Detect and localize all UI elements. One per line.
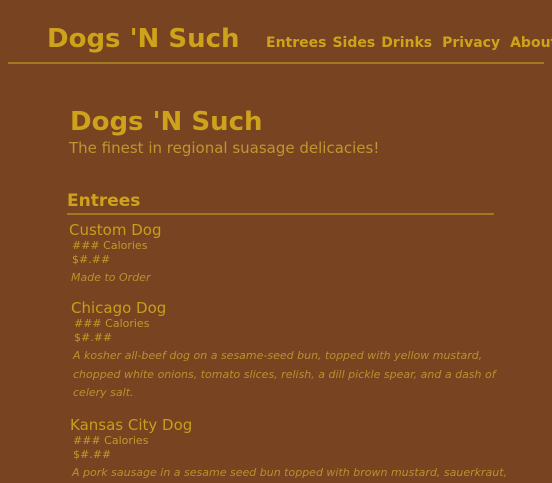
menu-item-description: Made to Order [71, 271, 151, 284]
menu-item-calories: ### Calories [73, 434, 149, 447]
page-title: Dogs 'N Such [70, 107, 263, 137]
menu-item-name: Kansas City Dog [70, 416, 193, 434]
nav-link-sides[interactable]: Sides [332, 34, 375, 52]
nav-link-privacy[interactable]: Privacy [442, 34, 500, 52]
menu-item-calories: ### Calories [74, 317, 150, 330]
page-tagline: The finest in regional suasage delicacie… [69, 139, 380, 157]
nav-link-entrees[interactable]: Entrees [266, 34, 326, 52]
menu-item-description: A pork sausage in a sesame seed bun topp… [72, 466, 508, 479]
menu-item-price: $#.## [73, 448, 112, 461]
menu-item-name: Custom Dog [69, 221, 162, 239]
menu-item-price: $#.## [74, 331, 113, 344]
nav-link-about[interactable]: About [510, 34, 552, 52]
menu-item: Kansas City Dog ### Calories $#.## A por… [70, 416, 520, 483]
menu-item-description: A kosher all-beef dog on a sesame-seed b… [73, 349, 496, 399]
section-heading-entrees: Entrees [67, 191, 494, 215]
section-title: Entrees [67, 191, 141, 211]
site-header: Dogs 'N Such Entrees Sides Drinks Privac… [8, 0, 552, 64]
menu-item-price: $#.## [72, 253, 111, 266]
site-logo[interactable]: Dogs 'N Such [47, 22, 240, 56]
menu-item-calories: ### Calories [72, 239, 148, 252]
nav-link-drinks[interactable]: Drinks [381, 34, 432, 52]
main-nav: Entrees Sides Drinks Privacy About [266, 34, 552, 52]
menu-item: Custom Dog ### Calories $#.## Made to Or… [69, 221, 519, 288]
menu-item-name: Chicago Dog [71, 299, 167, 317]
menu-item: Chicago Dog ### Calories $#.## A kosher … [71, 299, 521, 403]
